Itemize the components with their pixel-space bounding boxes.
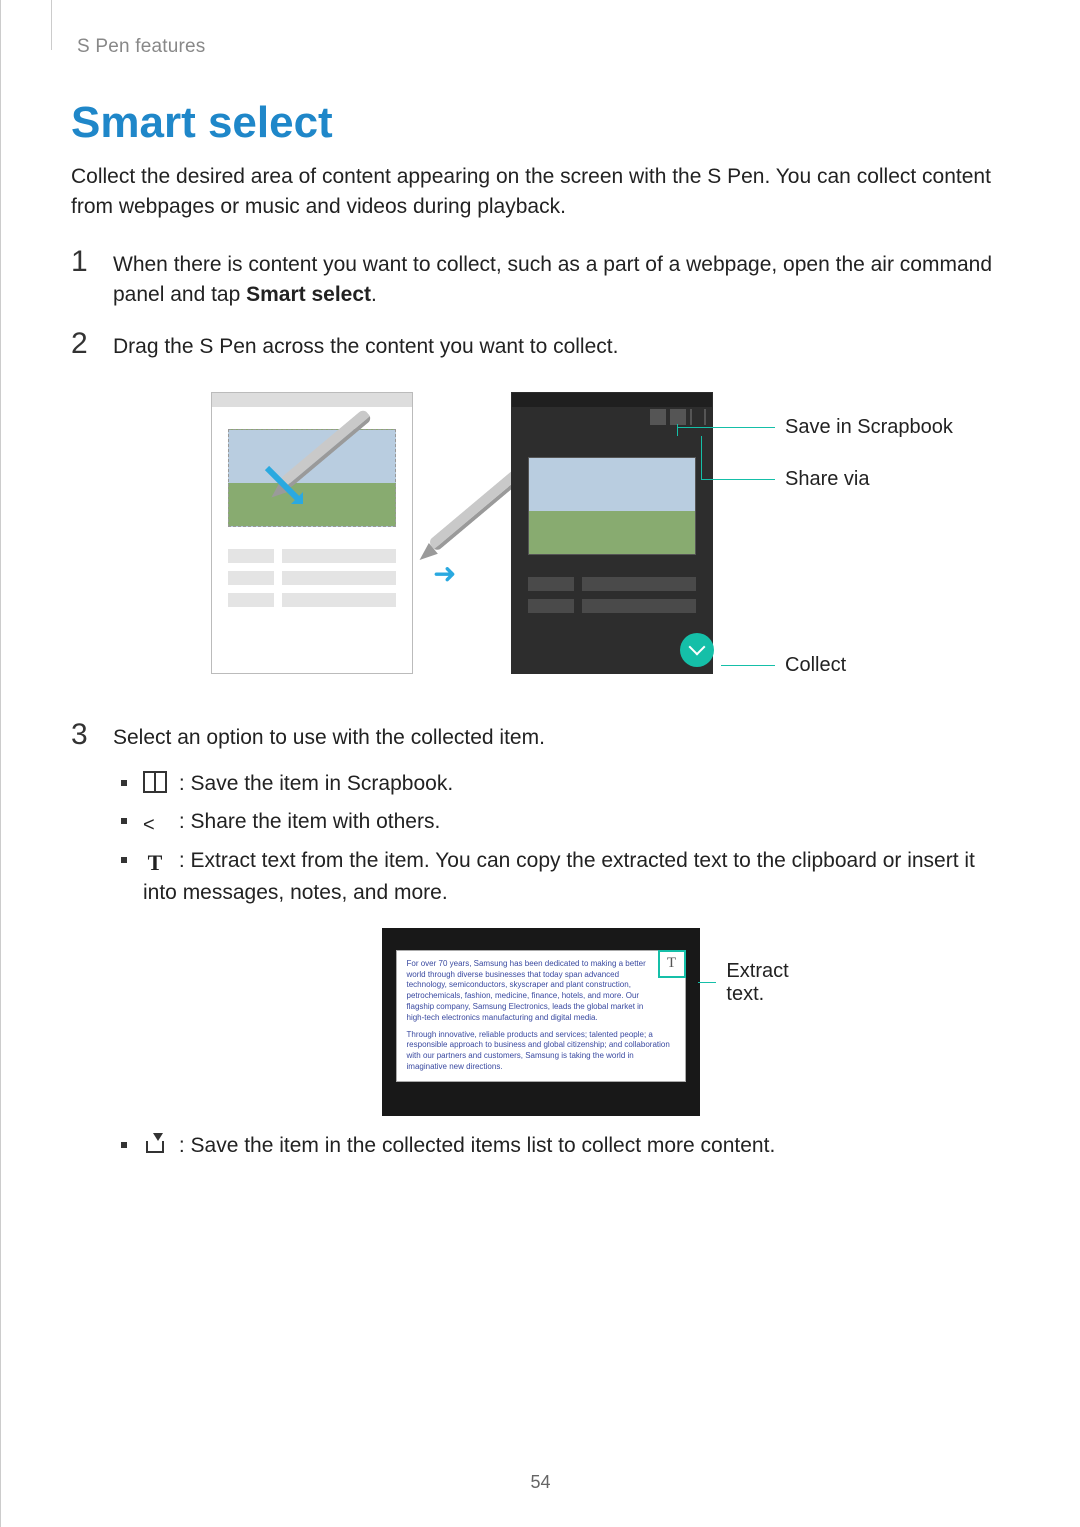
option-list: : Save the item in Scrapbook. < : Share … (121, 768, 1010, 910)
option-extract-text: T : Extract text from the item. You can … (121, 845, 1010, 910)
scrapbook-icon (650, 409, 666, 425)
callout-save-scrapbook: Save in Scrapbook (677, 416, 953, 439)
extract-text-button-icon: T (658, 950, 686, 978)
callout-share-via: Share via (701, 468, 870, 491)
page-title: Smart select (71, 98, 1010, 148)
figure-extract-text: T For over 70 years, Samsung has been de… (71, 928, 1010, 1116)
page-number: 54 (1, 1472, 1080, 1493)
chapter-header: S Pen features (77, 36, 1010, 58)
step-text: Drag the S Pen across the content you wa… (113, 329, 1010, 362)
step-number: 2 (71, 329, 113, 359)
sample-paragraph: Through innovative, reliable products an… (407, 1030, 675, 1073)
drag-arrow-icon (261, 462, 311, 512)
arrow-right-icon: ➜ (433, 557, 456, 590)
download-icon (143, 1133, 167, 1155)
text-icon: T (143, 852, 167, 874)
step-2: 2 Drag the S Pen across the content you … (71, 329, 1010, 362)
device-source (211, 392, 413, 674)
step-1: 1 When there is content you want to coll… (71, 247, 1010, 311)
callout-collect: Collect (721, 654, 846, 677)
collect-button-icon (680, 633, 714, 667)
option-share: < : Share the item with others. (121, 806, 1010, 839)
step-text: Select an option to use with the collect… (113, 720, 1010, 753)
option-download: : Save the item in the collected items l… (121, 1130, 1010, 1163)
smart-select-label: Smart select (246, 283, 371, 306)
share-icon: < (143, 810, 167, 832)
option-list-2: : Save the item in the collected items l… (121, 1130, 1010, 1163)
scrapbook-icon (143, 771, 167, 793)
intro-paragraph: Collect the desired area of content appe… (71, 162, 1010, 223)
step-3: 3 Select an option to use with the colle… (71, 720, 1010, 753)
step-number: 3 (71, 720, 113, 750)
step-text: When there is content you want to collec… (113, 253, 992, 306)
step-text-after: . (371, 283, 377, 306)
text-extraction-screenshot: T For over 70 years, Samsung has been de… (382, 928, 700, 1116)
option-scrapbook: : Save the item in Scrapbook. (121, 768, 1010, 801)
callout-extract-text: Extract text. (698, 960, 798, 1006)
sample-paragraph: For over 70 years, Samsung has been dedi… (407, 959, 653, 1024)
manual-page: S Pen features Smart select Collect the … (0, 0, 1080, 1527)
figure-smart-select: ➜ Save in Scrapbook Share via Collect (201, 382, 981, 702)
step-number: 1 (71, 247, 113, 277)
